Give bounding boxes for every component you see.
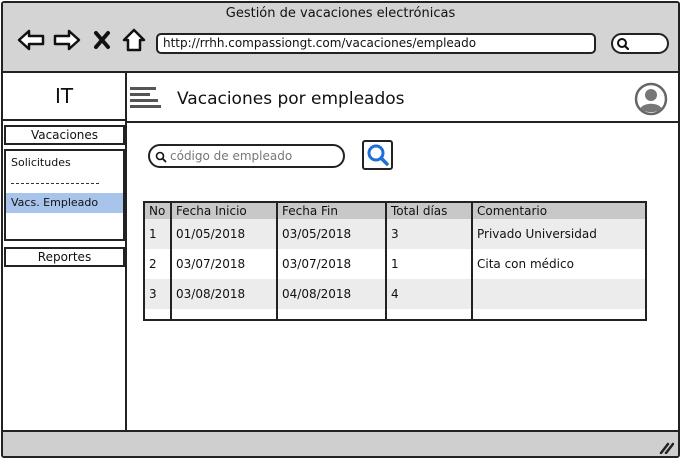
sidebar: IT Vacaciones Solicitudes Vacs. Empleado… <box>3 73 127 430</box>
forward-arrow-icon[interactable] <box>53 27 81 53</box>
address-bar[interactable]: http://rrhh.compassiongt.com/vacaciones/… <box>156 33 596 54</box>
hamburger-menu-icon[interactable] <box>130 86 162 116</box>
cell-no: 3 <box>145 279 172 309</box>
vacaciones-menu: Solicitudes Vacs. Empleado <box>4 149 125 241</box>
sidebar-section-vacaciones[interactable]: Vacaciones <box>4 125 125 145</box>
table-header-row: No Fecha Inicio Fecha Fin Total días Com… <box>145 203 645 219</box>
page-title: Vacaciones por empleados <box>177 89 405 109</box>
column-header-fecha-fin: Fecha Fin <box>277 203 387 219</box>
brand-logo: IT <box>3 73 125 121</box>
window-title: Gestión de vacaciones electrónicas <box>225 6 456 21</box>
page-header: Vacaciones por empleados <box>127 73 678 123</box>
home-icon[interactable] <box>120 27 148 53</box>
resize-grip-icon[interactable] <box>658 439 675 456</box>
cell-fecha-inicio: 03/07/2018 <box>171 249 278 279</box>
cell-no: 2 <box>145 249 172 279</box>
search-button[interactable] <box>362 140 393 170</box>
employee-code-input[interactable] <box>170 147 338 165</box>
browser-window: Gestión de vacaciones electrónicas http:… <box>1 1 680 458</box>
sidebar-section-reportes[interactable]: Reportes <box>4 247 125 267</box>
column-header-total-dias: Total días <box>386 203 473 219</box>
cell-fecha-inicio: 01/05/2018 <box>171 219 278 249</box>
cell-fecha-fin: 04/08/2018 <box>277 279 387 309</box>
sidebar-item-vacs-empleado[interactable]: Vacs. Empleado <box>6 193 123 213</box>
cell-total-dias: 1 <box>386 249 473 279</box>
column-header-no: No <box>145 203 172 219</box>
close-icon[interactable] <box>91 27 113 53</box>
cell-fecha-inicio: 03/08/2018 <box>171 279 278 309</box>
status-bar <box>3 430 678 456</box>
sidebar-item-solicitudes[interactable]: Solicitudes <box>6 153 123 173</box>
cell-fecha-fin: 03/07/2018 <box>277 249 387 279</box>
cell-comentario: Cita con médico <box>477 257 574 271</box>
column-header-comentario: Comentario <box>472 203 645 219</box>
browser-toolbar: Gestión de vacaciones electrónicas http:… <box>3 3 678 73</box>
cell-total-dias: 3 <box>386 219 473 249</box>
cell-no: 1 <box>145 219 172 249</box>
cell-comentario <box>472 279 645 309</box>
column-header-fecha-inicio: Fecha Inicio <box>171 203 278 219</box>
menu-divider <box>11 183 99 184</box>
table-row[interactable]: 2 03/07/2018 03/07/2018 1 Cita con médic… <box>145 249 645 279</box>
search-icon <box>155 151 167 163</box>
user-avatar-icon[interactable] <box>634 82 668 120</box>
cell-total-dias: 4 <box>386 279 473 309</box>
cell-fecha-fin: 03/05/2018 <box>277 219 387 249</box>
browser-search-field[interactable] <box>611 33 669 54</box>
table-row[interactable]: 3 03/08/2018 04/08/2018 4 <box>145 279 645 309</box>
search-icon <box>367 144 389 166</box>
cell-comentario: Privado Universidad <box>472 219 645 249</box>
table-empty-row <box>145 309 645 319</box>
back-arrow-icon[interactable] <box>17 27 45 53</box>
vacations-table: No Fecha Inicio Fecha Fin Total días Com… <box>143 201 647 321</box>
table-row[interactable]: 1 01/05/2018 03/05/2018 3 Privado Univer… <box>145 219 645 249</box>
magnifier-icon <box>617 38 630 51</box>
employee-code-search[interactable] <box>148 144 345 168</box>
